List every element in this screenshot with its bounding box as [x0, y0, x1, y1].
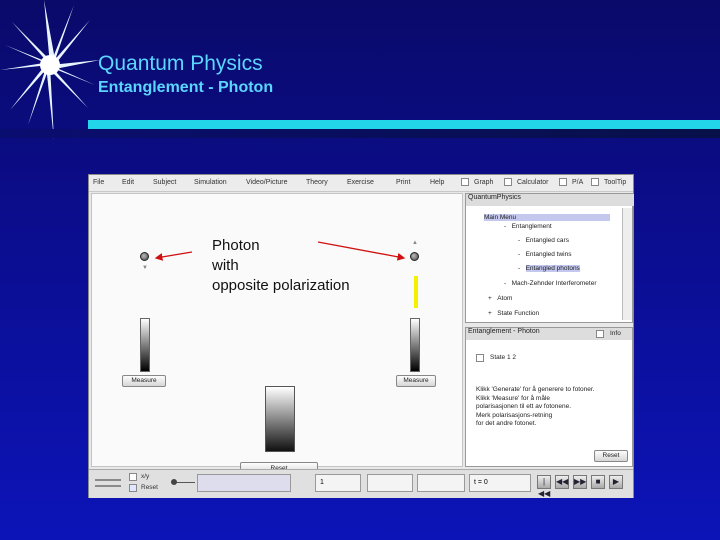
- tree-label: State Function: [497, 310, 540, 317]
- tree-label: Entangled photons: [525, 265, 580, 272]
- left-measure-gauge: [140, 318, 150, 372]
- measure-right-button[interactable]: Measure: [396, 375, 436, 387]
- menu-help[interactable]: Help: [430, 179, 444, 186]
- tree-scrollbar[interactable]: [622, 208, 632, 320]
- xy-checkbox[interactable]: [129, 473, 137, 481]
- tree-item-state-function[interactable]: + State Function: [488, 310, 539, 317]
- graph-label: Graph: [474, 179, 494, 186]
- menu-theory[interactable]: Theory: [306, 179, 328, 186]
- left-arrow: [154, 251, 193, 261]
- tree-prefix: -: [504, 223, 507, 230]
- menu-simulation[interactable]: Simulation: [194, 179, 227, 186]
- tree-label: Atom: [497, 295, 513, 302]
- tree-item-entangled-cars[interactable]: - Entangled cars: [518, 237, 569, 244]
- info-text: Klikk 'Generate' for å generere to foton…: [476, 386, 595, 427]
- tree-prefix: +: [488, 295, 492, 302]
- pa-checkbox[interactable]: [559, 178, 567, 186]
- info-label: Info: [610, 330, 621, 337]
- tree-label: Entanglement: [511, 223, 552, 230]
- tree-item-entangled-twins[interactable]: - Entangled twins: [518, 251, 571, 258]
- spinner-input[interactable]: 1: [315, 474, 361, 492]
- tree-item-atom[interactable]: + Atom: [488, 295, 512, 302]
- slide-title: Quantum Physics: [98, 52, 263, 75]
- rewind-start-button[interactable]: |◀◀: [537, 475, 551, 498]
- reset-check-label: Reset: [141, 484, 158, 491]
- tree-label: Entangled twins: [525, 251, 572, 258]
- simulation-area: ▼ ▲ Photon with opposite polarization Me…: [91, 193, 463, 475]
- info-panel: Entanglement - Photon Info State 1 2 Kli…: [465, 327, 633, 467]
- annotation-arrows: [154, 241, 406, 261]
- info-checkbox[interactable]: [596, 330, 604, 338]
- status-bar: x/y Reset 1 t = 0 |◀◀ ◀◀ ▶▶ ■ ▶: [89, 469, 633, 498]
- state-checkbox[interactable]: [476, 354, 484, 362]
- tree-label: Mach-Zehnder Interferometer: [511, 280, 597, 287]
- tree-title: QuantumPhysics: [466, 194, 634, 206]
- tooltip-checkbox[interactable]: [591, 178, 599, 186]
- tree-prefix: -: [518, 237, 521, 244]
- slider-thumb[interactable]: [171, 479, 177, 485]
- calculator-label: Calculator: [517, 179, 549, 186]
- tree-item-entanglement[interactable]: - Entanglement: [504, 223, 552, 230]
- arrow-tool-icon[interactable]: [95, 476, 123, 490]
- empty-field-2: [417, 474, 465, 492]
- time-display: t = 0: [469, 474, 531, 492]
- menu-exercise[interactable]: Exercise: [347, 179, 374, 186]
- tree-label: Entangled cars: [525, 237, 569, 244]
- slide-subtitle: Entanglement - Photon: [98, 79, 274, 96]
- right-measure-gauge: [410, 318, 420, 372]
- play-button[interactable]: ▶: [609, 475, 623, 489]
- calculator-checkbox[interactable]: [504, 178, 512, 186]
- photon-source-gauge: [265, 386, 295, 452]
- reset-checkbox[interactable]: [129, 484, 137, 492]
- menu-edit[interactable]: Edit: [122, 179, 134, 186]
- tree-main-menu[interactable]: Main Menu: [484, 214, 610, 221]
- empty-field-1: [367, 474, 413, 492]
- decorative-bar: [88, 120, 720, 129]
- decorative-bar-shadow: [0, 129, 720, 138]
- navigation-tree: QuantumPhysics Main Menu - Entanglement …: [465, 193, 634, 323]
- tree-item-entangled-photons[interactable]: - Entangled photons: [518, 265, 580, 272]
- stop-button[interactable]: ■: [591, 475, 605, 489]
- tree-prefix: -: [518, 251, 521, 258]
- starburst-logo: [0, 0, 100, 140]
- tree-prefix: -: [518, 265, 521, 272]
- info-reset-button[interactable]: Reset: [594, 450, 628, 462]
- app-window: File Edit Subject Simulation Video/Pictu…: [88, 174, 634, 498]
- color-selector[interactable]: [197, 474, 291, 492]
- right-panel: QuantumPhysics Main Menu - Entanglement …: [465, 193, 634, 467]
- measure-left-button[interactable]: Measure: [122, 375, 166, 387]
- menu-file[interactable]: File: [93, 179, 104, 186]
- rewind-button[interactable]: ◀◀: [555, 475, 569, 489]
- info-header: Entanglement - Photon: [466, 328, 632, 340]
- tree-item-mach-zehnder[interactable]: - Mach-Zehnder Interferometer: [504, 280, 597, 287]
- menu-subject[interactable]: Subject: [153, 179, 176, 186]
- right-arrow: [317, 241, 406, 261]
- tree-prefix: -: [504, 280, 507, 287]
- tree-prefix: +: [488, 310, 492, 317]
- pa-label: P/A: [572, 179, 584, 186]
- menu-print[interactable]: Print: [396, 179, 410, 186]
- tooltip-label: ToolTip: [604, 179, 627, 186]
- state-label: State 1 2: [490, 354, 517, 361]
- menu-video-picture[interactable]: Video/Picture: [246, 179, 288, 186]
- menu-bar: File Edit Subject Simulation Video/Pictu…: [89, 175, 633, 192]
- xy-label: x/y: [141, 473, 150, 480]
- fast-forward-button[interactable]: ▶▶: [573, 475, 587, 489]
- graph-checkbox[interactable]: [461, 178, 469, 186]
